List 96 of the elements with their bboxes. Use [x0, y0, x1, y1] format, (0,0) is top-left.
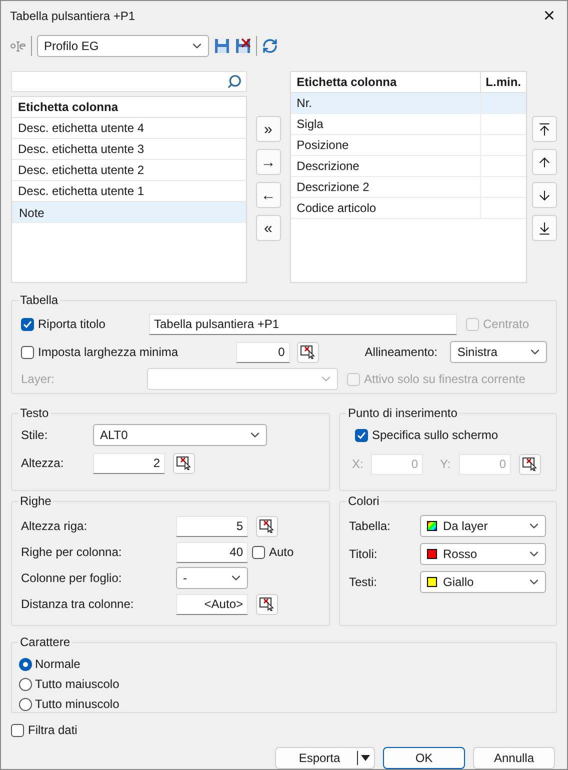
table-cell-text: Descrizione — [296, 158, 360, 175]
radio-button[interactable] — [19, 698, 32, 711]
input-field[interactable]: <Auto> — [176, 594, 248, 615]
checkbox-label: Auto — [269, 544, 294, 562]
field-label: Stile: — [21, 427, 49, 444]
pick-button[interactable] — [256, 594, 278, 615]
table-cell-text: Codice articolo — [296, 200, 376, 217]
pick-button[interactable] — [173, 452, 195, 474]
save-icon[interactable] — [214, 38, 230, 54]
move-button[interactable] — [532, 215, 557, 241]
dropdown[interactable]: Rosso — [420, 543, 546, 566]
list-item[interactable]: Desc. etichetta utente 2 — [12, 160, 246, 181]
checkbox-label: Riporta titolo — [38, 316, 106, 334]
column-header: Etichetta colonna — [12, 97, 246, 118]
arrow-to-bottom-icon — [537, 220, 552, 236]
close-button[interactable]: × — [543, 6, 555, 26]
checkbox-label: Specifica sullo schermo — [372, 427, 498, 444]
pick-point-icon — [259, 597, 275, 612]
table-row[interactable]: Descrizione — [290, 156, 526, 177]
radio-label: Tutto maiuscolo — [35, 676, 120, 694]
table-cell-text: Nr. — [296, 95, 312, 112]
pick-point-icon — [259, 519, 275, 534]
field-label: Layer: — [21, 371, 56, 388]
checkbox[interactable] — [21, 346, 34, 359]
list-item[interactable]: Note — [12, 202, 246, 223]
arrow-to-top-icon — [537, 122, 552, 136]
pick-point-icon — [300, 345, 316, 360]
move-button[interactable] — [532, 116, 557, 142]
radio-button[interactable] — [19, 678, 32, 691]
pick-button[interactable] — [256, 516, 278, 537]
input-field[interactable]: 2 — [93, 452, 165, 474]
pick-button[interactable] — [296, 342, 319, 363]
transfer-button[interactable]: → — [256, 149, 281, 175]
field-label: Titoli: — [349, 546, 378, 564]
export-button[interactable]: Esporta — [275, 747, 375, 769]
dropdown[interactable]: Profilo EG — [37, 35, 209, 58]
pick-button[interactable] — [519, 454, 541, 475]
checkbox-label: Filtra dati — [28, 722, 78, 740]
column-header: L.min. — [484, 74, 522, 91]
table-row[interactable]: Codice articolo — [290, 198, 526, 219]
refresh-icon[interactable] — [262, 38, 278, 54]
dropdown[interactable]: Giallo — [420, 571, 546, 594]
radio-label: Tutto minuscolo — [35, 696, 120, 714]
field-label: Tabella: — [349, 518, 392, 536]
group-title: Righe — [18, 493, 54, 510]
radio-button[interactable] — [19, 658, 32, 671]
checkbox-label: Centrato — [483, 316, 530, 334]
pick-point-icon — [176, 456, 192, 470]
search-field[interactable] — [11, 71, 247, 92]
table-row[interactable]: Posizione — [290, 135, 526, 156]
delete-save-icon[interactable] — [235, 38, 251, 54]
dropdown-arrow-icon — [360, 754, 372, 762]
table-cell-text: Posizione — [296, 137, 349, 154]
input-field[interactable]: Tabella pulsantiera +P1 — [149, 314, 457, 335]
radio-label: Normale — [35, 656, 80, 674]
input-field[interactable]: 5 — [176, 516, 248, 537]
window-title: Tabella pulsantiera +P1 — [10, 8, 136, 25]
dropdown[interactable]: ALT0 — [93, 424, 267, 446]
checkbox[interactable] — [355, 428, 368, 442]
column-header: Etichetta colonna — [290, 72, 481, 92]
table-row[interactable]: Sigla — [290, 114, 526, 135]
cancel-button[interactable]: Annulla — [473, 747, 555, 769]
transfer-button[interactable]: « — [256, 215, 281, 241]
checkbox[interactable] — [11, 724, 24, 737]
table-cell-text: Sigla — [296, 116, 324, 133]
ok-button[interactable]: OK — [383, 747, 465, 769]
field-label: X: — [352, 456, 364, 474]
field-label: Testi: — [349, 574, 378, 592]
input-field[interactable]: 0 — [236, 342, 290, 363]
arrow-down-icon — [537, 188, 552, 202]
checkbox[interactable] — [21, 318, 34, 331]
transfer-button[interactable]: » — [256, 116, 281, 142]
field-label: Allineamento: — [364, 344, 438, 362]
move-button[interactable] — [532, 182, 557, 208]
list-item[interactable]: Desc. etichetta utente 4 — [12, 118, 246, 139]
checkbox-label: Imposta larghezza minima — [38, 344, 178, 362]
checkbox-label: Attivo solo su finestra corrente — [364, 371, 526, 388]
table-row[interactable]: Nr. — [290, 93, 526, 114]
input-field[interactable]: 40 — [176, 542, 248, 563]
field-label: Altezza: — [21, 455, 65, 472]
table-row[interactable]: Descrizione 2 — [290, 177, 526, 198]
field-label: Distanza tra colonne: — [21, 596, 135, 614]
field-label: Righe per colonna: — [21, 544, 123, 562]
dropdown[interactable]: Da layer — [420, 515, 546, 538]
transfer-button[interactable]: ← — [256, 182, 281, 208]
field-label: Altezza riga: — [21, 518, 88, 536]
pick-point-icon — [522, 457, 538, 472]
search-icon — [226, 74, 242, 89]
dropdown[interactable]: Sinistra — [450, 341, 548, 364]
list-item[interactable]: Desc. etichetta utente 3 — [12, 139, 246, 160]
field-label: Colonne per foglio: — [21, 570, 123, 588]
field-label: Y: — [440, 456, 452, 474]
checkbox[interactable] — [252, 546, 265, 559]
dropdown[interactable]: - — [176, 567, 248, 590]
table-cell-text: Descrizione 2 — [296, 179, 370, 196]
move-button[interactable] — [532, 149, 557, 175]
